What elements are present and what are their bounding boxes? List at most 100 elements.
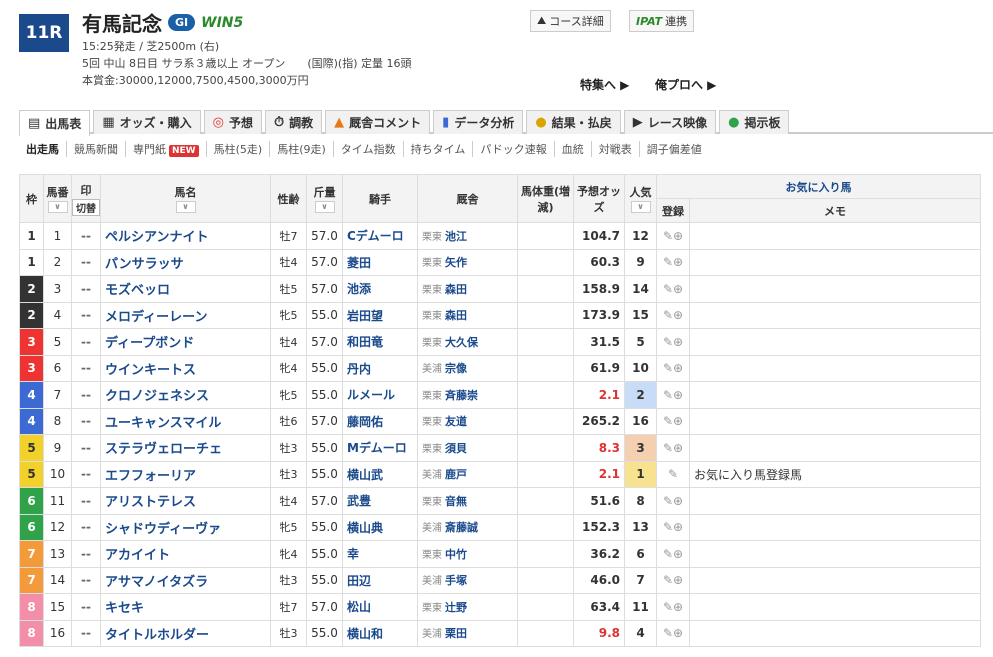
ipat-link-button[interactable]: IPAT 連携 — [629, 10, 695, 32]
mark-select[interactable]: -- — [71, 540, 101, 568]
favorite-register-icon[interactable]: ✎⊕ — [656, 301, 690, 329]
jockey-link[interactable]: ルメール — [342, 381, 418, 409]
horse-name-link[interactable]: ユーキャンスマイル — [100, 407, 271, 435]
memo-cell[interactable] — [689, 301, 981, 329]
subtab-taisen[interactable]: 対戦表 — [592, 141, 640, 157]
tab-board[interactable]: ● 掲示板 — [719, 110, 790, 134]
horse-name-link[interactable]: ウインキートス — [100, 354, 271, 382]
horse-name-link[interactable]: アサマノイタズラ — [100, 566, 271, 594]
memo-cell[interactable] — [689, 487, 981, 515]
horse-name-link[interactable]: パンサラッサ — [100, 248, 271, 276]
trainer-link[interactable]: 辻野 — [445, 601, 467, 614]
mark-select[interactable]: -- — [71, 328, 101, 356]
trainer-link[interactable]: 斉藤崇 — [445, 389, 478, 402]
memo-cell[interactable] — [689, 407, 981, 435]
col-kin[interactable]: 斤量 ∨ — [306, 174, 343, 223]
trainer-link[interactable]: 池江 — [445, 230, 467, 243]
subtab-paddock[interactable]: パドック速報 — [473, 141, 555, 157]
memo-cell[interactable] — [689, 328, 981, 356]
favorite-register-icon[interactable]: ✎⊕ — [656, 328, 690, 356]
horse-name-link[interactable]: アカイイト — [100, 540, 271, 568]
favorite-register-icon[interactable]: ✎⊕ — [656, 593, 690, 621]
jockey-link[interactable]: 横山和 — [342, 619, 418, 647]
horse-name-link[interactable]: キセキ — [100, 593, 271, 621]
horse-name-link[interactable]: タイトルホルダー — [100, 619, 271, 647]
memo-cell[interactable]: お気に入り馬登録馬 — [689, 460, 981, 488]
subtab-time-index[interactable]: タイム指数 — [334, 141, 404, 157]
tokushu-link[interactable]: 特集へ ▶ — [580, 76, 629, 93]
subtab-ketto[interactable]: 血統 — [555, 141, 592, 157]
jockey-link[interactable]: 池添 — [342, 275, 418, 303]
tab-data[interactable]: ▮ データ分析 — [433, 110, 524, 134]
subtab-mochi-time[interactable]: 持ちタイム — [404, 141, 474, 157]
tab-shutuba[interactable]: ▤ 出馬表 — [19, 110, 91, 136]
tab-odds[interactable]: ▦ オッズ・購入 — [93, 110, 201, 134]
trainer-link[interactable]: 中竹 — [445, 548, 467, 561]
horse-name-link[interactable]: ステラヴェローチェ — [100, 434, 271, 462]
memo-cell[interactable] — [689, 275, 981, 303]
memo-cell[interactable] — [689, 619, 981, 647]
trainer-link[interactable]: 友道 — [445, 415, 467, 428]
memo-cell[interactable] — [689, 248, 981, 276]
favorite-register-icon[interactable]: ✎⊕ — [656, 381, 690, 409]
kirikae-button[interactable]: 切替 — [72, 198, 100, 216]
favorite-register-icon[interactable]: ✎⊕ — [656, 566, 690, 594]
memo-cell[interactable] — [689, 566, 981, 594]
mark-select[interactable]: -- — [71, 513, 101, 541]
favorite-register-icon[interactable]: ✎⊕ — [656, 540, 690, 568]
tab-result[interactable]: ● 結果・払戻 — [526, 110, 621, 134]
mark-select[interactable]: -- — [71, 460, 101, 488]
jockey-link[interactable]: 藤岡佑 — [342, 407, 418, 435]
sort-icon[interactable]: ∨ — [47, 201, 68, 213]
mark-select[interactable]: -- — [71, 301, 101, 329]
sort-icon[interactable]: ∨ — [314, 201, 335, 213]
trainer-link[interactable]: 森田 — [445, 283, 467, 296]
favorite-register-icon[interactable]: ✎⊕ — [656, 275, 690, 303]
memo-cell[interactable] — [689, 381, 981, 409]
mark-select[interactable]: -- — [71, 407, 101, 435]
mark-select[interactable]: -- — [71, 222, 101, 250]
mark-select[interactable]: -- — [71, 434, 101, 462]
col-umaban[interactable]: 馬番 ∨ — [43, 174, 72, 223]
subtab-shinbun[interactable]: 競馬新聞 — [67, 141, 126, 157]
horse-name-link[interactable]: エフフォーリア — [100, 460, 271, 488]
favorite-register-icon[interactable]: ✎⊕ — [656, 407, 690, 435]
favorite-register-icon[interactable]: ✎⊕ — [656, 434, 690, 462]
jockey-link[interactable]: 和田竜 — [342, 328, 418, 356]
mark-select[interactable]: -- — [71, 381, 101, 409]
col-name[interactable]: 馬名 ∨ — [100, 174, 271, 223]
trainer-link[interactable]: 宗像 — [445, 362, 467, 375]
memo-cell[interactable] — [689, 540, 981, 568]
favorite-register-icon[interactable]: ✎⊕ — [656, 513, 690, 541]
jockey-link[interactable]: Mデムーロ — [342, 434, 418, 462]
jockey-link[interactable]: 田辺 — [342, 566, 418, 594]
trainer-link[interactable]: 森田 — [445, 309, 467, 322]
sort-icon[interactable]: ∨ — [175, 201, 196, 213]
jockey-link[interactable]: 岩田望 — [342, 301, 418, 329]
horse-name-link[interactable]: モズベッロ — [100, 275, 271, 303]
favorite-register-icon[interactable]: ✎⊕ — [656, 487, 690, 515]
trainer-link[interactable]: 鹿戸 — [445, 468, 467, 481]
course-detail-button[interactable]: ⛰ コース詳細 — [530, 10, 611, 32]
jockey-link[interactable]: 横山典 — [342, 513, 418, 541]
mark-select[interactable]: -- — [71, 619, 101, 647]
win5-icon[interactable]: WIN5 — [201, 15, 243, 31]
sort-icon[interactable]: ∨ — [630, 201, 651, 213]
trainer-link[interactable]: 須貝 — [445, 442, 467, 455]
trainer-link[interactable]: 手塚 — [445, 574, 467, 587]
memo-cell[interactable] — [689, 513, 981, 541]
tab-yoso[interactable]: ◎ 予想 — [203, 110, 262, 134]
subtab-umabashira9[interactable]: 馬柱(9走) — [270, 141, 334, 157]
tab-video[interactable]: ▶ レース映像 — [623, 110, 717, 134]
memo-cell[interactable] — [689, 593, 981, 621]
subtab-shussoba[interactable]: 出走馬 — [19, 141, 67, 157]
trainer-link[interactable]: 矢作 — [445, 256, 467, 269]
mark-select[interactable]: -- — [71, 275, 101, 303]
jockey-link[interactable]: 松山 — [342, 593, 418, 621]
jockey-link[interactable]: 菱田 — [342, 248, 418, 276]
horse-name-link[interactable]: シャドウディーヴァ — [100, 513, 271, 541]
jockey-link[interactable]: Cデムーロ — [342, 222, 418, 250]
horse-name-link[interactable]: アリストテレス — [100, 487, 271, 515]
favorite-register-icon[interactable]: ✎⊕ — [656, 354, 690, 382]
mark-select[interactable]: -- — [71, 354, 101, 382]
